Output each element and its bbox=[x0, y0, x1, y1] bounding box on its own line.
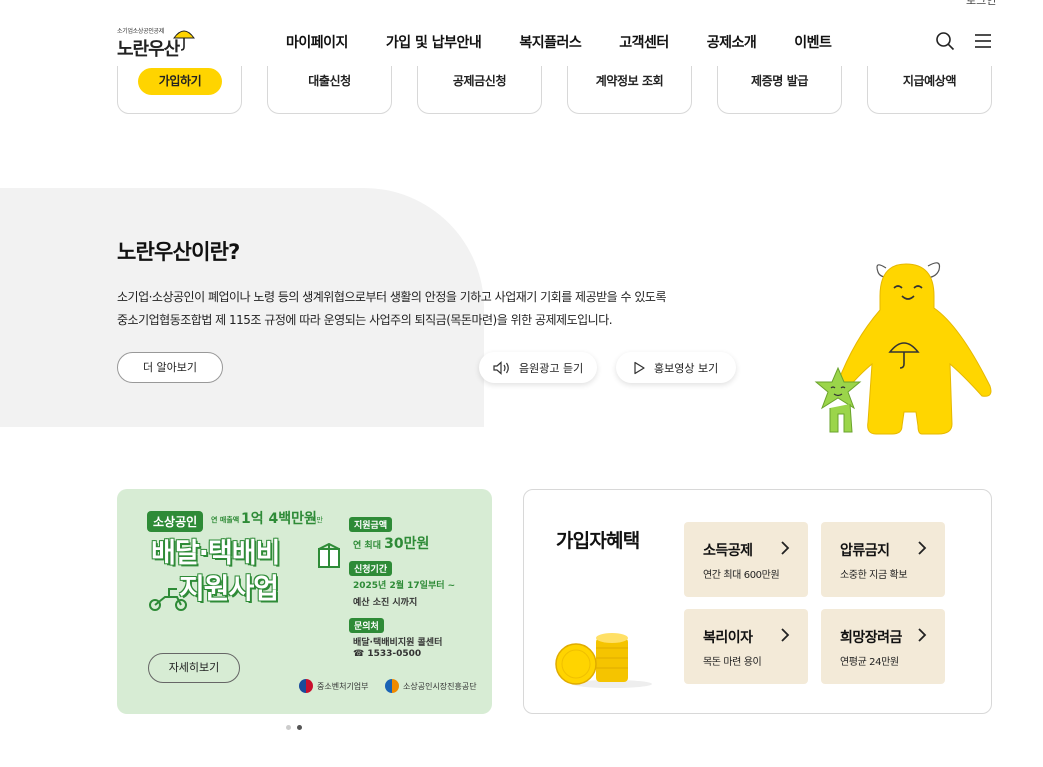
banner-detail-button[interactable]: 자세히보기 bbox=[148, 653, 240, 683]
support-amount-prefix: 연 최대 bbox=[353, 541, 385, 551]
quick-certificate-label: 제증명 발급 bbox=[751, 74, 808, 88]
benefit-name: 복리이자 bbox=[703, 630, 753, 646]
audio-ad-label: 음원광고 듣기 bbox=[519, 361, 584, 375]
chevron-right-icon bbox=[918, 628, 927, 642]
application-period-note: 예산 소진 시까지 bbox=[353, 598, 418, 608]
intro-description: 소기업·소상공인이 폐업이나 노령 등의 생계위협으로부터 생활의 안정을 기하… bbox=[117, 286, 667, 332]
quick-estimate-label: 지급예상액 bbox=[902, 74, 957, 88]
banner-tag-suffix: 미만 bbox=[310, 516, 323, 524]
nav-item-event[interactable]: 이벤트 bbox=[794, 32, 832, 52]
member-benefits-panel: 가입자혜택 소득공제 연간 최대 600만원 압류금지 소중한 지금 확보 복리… bbox=[523, 489, 992, 714]
speaker-icon bbox=[493, 360, 509, 375]
play-icon bbox=[634, 361, 645, 374]
main-nav: 마이페이지 가입 및 납부안내 복지플러스 고객센터 공제소개 이벤트 bbox=[286, 32, 869, 52]
benefit-seizure-exemption[interactable]: 압류금지 소중한 지금 확보 bbox=[821, 522, 945, 597]
quick-join-button[interactable]: 가입하기 bbox=[138, 68, 222, 95]
benefit-desc: 연평균 24만원 bbox=[840, 657, 899, 668]
learn-more-button[interactable]: 더 알아보기 bbox=[117, 352, 223, 383]
org-semas-label: 소상공인시장진흥공단 bbox=[403, 681, 477, 691]
nav-item-join-payment[interactable]: 가입 및 납부안내 bbox=[386, 32, 482, 52]
banner-tag-amount: 1억 4백만원 bbox=[241, 511, 317, 527]
quick-loan-label: 대출신청 bbox=[308, 74, 351, 88]
promo-video-button[interactable]: 홍보영상 보기 bbox=[616, 352, 736, 383]
banner-title-line-2: 지원사업 bbox=[179, 572, 279, 605]
chevron-right-icon bbox=[918, 541, 927, 555]
semas-logo-icon bbox=[385, 679, 399, 693]
quick-certificate-card[interactable]: 제증명 발급 bbox=[717, 66, 842, 114]
chevron-right-icon bbox=[781, 541, 790, 555]
quick-estimate-card[interactable]: 지급예상액 bbox=[867, 66, 992, 114]
nav-item-mypage[interactable]: 마이페이지 bbox=[286, 32, 348, 52]
benefit-desc: 목돈 마련 용이 bbox=[703, 657, 762, 668]
quick-join-card[interactable]: 가입하기 bbox=[117, 66, 242, 114]
pagination-dot-2[interactable] bbox=[297, 725, 302, 730]
benefit-name: 압류금지 bbox=[840, 543, 890, 559]
quick-claim-label: 공제금신청 bbox=[452, 74, 507, 88]
quick-contract-label: 계약정보 조회 bbox=[595, 74, 664, 88]
support-amount-number: 30만원 bbox=[384, 536, 430, 552]
nav-item-customer-center[interactable]: 고객센터 bbox=[619, 32, 669, 52]
event-banner[interactable]: 소상공인 연 매출액 1억 4백만원 미만 배달·택배비 지원사업 지원금액 연… bbox=[117, 489, 492, 714]
intro-title: 노란우산이란? bbox=[117, 240, 240, 264]
org-sme-ministry: 중소벤처기업부 bbox=[299, 679, 369, 693]
banner-title-line-1: 배달·택배비 bbox=[151, 538, 280, 569]
support-amount-label: 지원금액 bbox=[349, 517, 393, 532]
contact-phone-number: 1533-0500 bbox=[367, 649, 422, 659]
search-icon[interactable] bbox=[935, 31, 955, 51]
application-period-value: 2025년 2월 17일부터 ~ bbox=[353, 581, 456, 591]
umbrella-logo-icon bbox=[173, 30, 195, 51]
benefit-name: 희망장려금 bbox=[840, 630, 902, 646]
hamburger-icon[interactable] bbox=[973, 31, 993, 51]
quick-loan-card[interactable]: 대출신청 bbox=[267, 66, 392, 114]
scooter-icon bbox=[149, 588, 187, 611]
benefit-desc: 연간 최대 600만원 bbox=[703, 570, 780, 581]
benefits-title: 가입자혜택 bbox=[556, 530, 640, 552]
mascot-illustration bbox=[814, 262, 992, 435]
benefit-hope-incentive[interactable]: 희망장려금 연평균 24만원 bbox=[821, 609, 945, 684]
banner-tag: 소상공인 bbox=[147, 511, 204, 532]
phone-icon: ☎ bbox=[353, 649, 368, 659]
quick-claim-card[interactable]: 공제금신청 bbox=[417, 66, 542, 114]
chevron-right-icon bbox=[781, 628, 790, 642]
parcel-icon bbox=[318, 543, 340, 568]
promo-video-label: 홍보영상 보기 bbox=[654, 361, 719, 375]
contact-label: 문의처 bbox=[349, 618, 384, 633]
application-period-label: 신청기간 bbox=[349, 561, 393, 576]
intro-desc-line-1: 소기업·소상공인이 폐업이나 노령 등의 생계위협으로부터 생활의 안정을 기하… bbox=[117, 290, 667, 304]
nav-item-about[interactable]: 공제소개 bbox=[707, 32, 757, 52]
benefit-compound-interest[interactable]: 복리이자 목돈 마련 용이 bbox=[684, 609, 808, 684]
ministry-logo-icon bbox=[299, 679, 313, 693]
quick-contract-card[interactable]: 계약정보 조회 bbox=[567, 66, 692, 114]
benefit-desc: 소중한 지금 확보 bbox=[840, 570, 908, 581]
intro-desc-line-2: 중소기업협동조합법 제 115조 규정에 따라 운영되는 사업주의 퇴직금(목돈… bbox=[117, 313, 613, 327]
logo-subtitle: 소기업소상공인공제 bbox=[117, 28, 164, 35]
quick-menu: 가입하기 대출신청 공제금신청 계약정보 조회 제증명 발급 지급예상액 bbox=[117, 66, 992, 114]
benefit-income-deduction[interactable]: 소득공제 연간 최대 600만원 bbox=[684, 522, 808, 597]
contact-name: 배달·택배비지원 콜센터 bbox=[353, 638, 443, 648]
org-sme-ministry-label: 중소벤처기업부 bbox=[317, 681, 369, 691]
audio-ad-button[interactable]: 음원광고 듣기 bbox=[479, 352, 597, 383]
login-link[interactable]: 로그인 bbox=[966, 0, 996, 8]
support-amount-value: 연 최대 30만원 bbox=[353, 533, 429, 553]
banner-pagination bbox=[286, 725, 308, 730]
org-semas: 소상공인시장진흥공단 bbox=[385, 679, 477, 693]
nav-item-welfare-plus[interactable]: 복지플러스 bbox=[519, 32, 581, 52]
coins-illustration bbox=[555, 633, 652, 688]
contact-phone: ☎ 1533-0500 bbox=[353, 649, 421, 659]
benefit-name: 소득공제 bbox=[703, 543, 753, 559]
pagination-dot-1[interactable] bbox=[286, 725, 291, 730]
banner-tag-sub: 연 매출액 bbox=[211, 516, 240, 524]
logo-title: 노란우산 bbox=[117, 39, 180, 60]
logo[interactable]: 소기업소상공인공제 노란우산 bbox=[117, 26, 197, 60]
